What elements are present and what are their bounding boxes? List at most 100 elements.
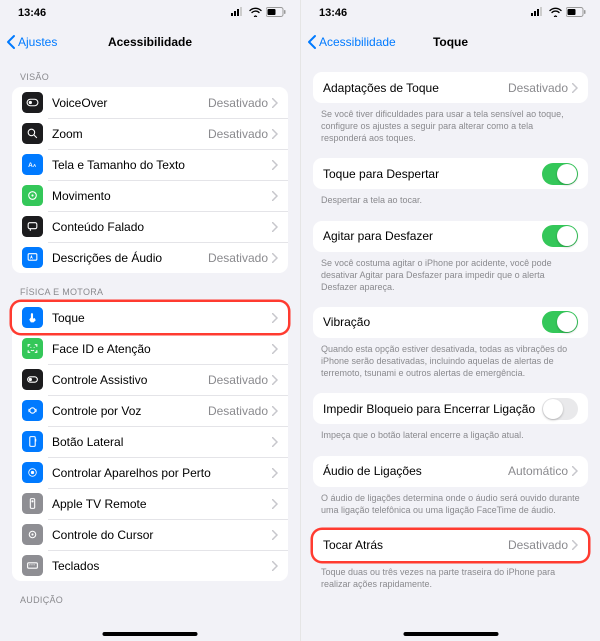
- home-indicator[interactable]: [403, 632, 498, 636]
- row-shake-undo[interactable]: Agitar para Desfazer: [313, 221, 588, 252]
- row-value: Desativado: [508, 538, 568, 552]
- chevron-icon: [572, 466, 578, 476]
- row-nearby[interactable]: Controlar Aparelhos por Perto: [12, 457, 288, 488]
- group-accom: Adaptações de Toque Desativado: [313, 72, 588, 103]
- row-value: Desativado: [208, 251, 268, 265]
- chevron-icon: [272, 468, 278, 478]
- appletv-icon: [22, 493, 43, 514]
- row-label: Controle por Voz: [52, 404, 208, 418]
- content-scroll[interactable]: Adaptações de Toque Desativado Se você t…: [301, 58, 600, 641]
- chevron-icon: [272, 437, 278, 447]
- footer-backtap: Toque duas ou três vezes na parte trasei…: [313, 561, 588, 590]
- footer-vibration: Quando esta opção estiver desativada, to…: [313, 338, 588, 379]
- row-zoom[interactable]: Zoom Desativado: [12, 118, 288, 149]
- battery-icon: [566, 7, 586, 20]
- row-label: Vibração: [323, 315, 542, 329]
- row-voiceover[interactable]: VoiceOver Desativado: [12, 87, 288, 118]
- chevron-icon: [272, 98, 278, 108]
- chevron-icon: [272, 313, 278, 323]
- row-label: Toque: [52, 311, 272, 325]
- nav-header: Ajustes Acessibilidade: [0, 26, 300, 58]
- footer-lockend: Impeça que o botão lateral encerre a lig…: [313, 424, 588, 441]
- row-label: Apple TV Remote: [52, 497, 272, 511]
- toggle-prevent-lock-end[interactable]: [542, 398, 578, 420]
- row-label: Impedir Bloqueio para Encerrar Ligação: [323, 402, 542, 416]
- row-back-tap[interactable]: Tocar Atrás Desativado: [313, 530, 588, 561]
- back-label: Ajustes: [18, 35, 57, 49]
- status-indicators: [231, 7, 286, 20]
- toggle-vibration[interactable]: [542, 311, 578, 333]
- status-indicators: [531, 7, 586, 20]
- chevron-icon: [272, 344, 278, 354]
- chevron-icon: [272, 499, 278, 509]
- row-label: Descrições de Áudio: [52, 251, 208, 265]
- touch-icon: [22, 307, 43, 328]
- svg-text:A: A: [33, 163, 37, 168]
- group-callaudio: Áudio de Ligações Automático: [313, 456, 588, 487]
- group-vision: VoiceOver Desativado Zoom Desativado AA …: [12, 87, 288, 273]
- row-tap-to-wake[interactable]: Toque para Despertar: [313, 158, 588, 189]
- row-voice[interactable]: Controle por Voz Desativado: [12, 395, 288, 426]
- row-touch-accommodations[interactable]: Adaptações de Toque Desativado: [313, 72, 588, 103]
- row-label: Tocar Atrás: [323, 538, 508, 552]
- row-appletv[interactable]: Apple TV Remote: [12, 488, 288, 519]
- row-switch[interactable]: Controle Assistivo Desativado: [12, 364, 288, 395]
- row-label: Controle Assistivo: [52, 373, 208, 387]
- footer-tapwake: Despertar a tela ao tocar.: [313, 189, 588, 206]
- svg-text:A: A: [28, 162, 33, 169]
- wifi-icon: [249, 7, 262, 20]
- row-pointer[interactable]: Controle do Cursor: [12, 519, 288, 550]
- page-title: Toque: [433, 35, 468, 49]
- row-value: Desativado: [208, 373, 268, 387]
- row-motion[interactable]: Movimento: [12, 180, 288, 211]
- chevron-icon: [272, 561, 278, 571]
- row-value: Desativado: [508, 81, 568, 95]
- phone-left: 13:46 Ajustes Acessibilidade VISÃO Voice…: [0, 0, 300, 641]
- chevron-icon: [272, 160, 278, 170]
- row-label: Movimento: [52, 189, 272, 203]
- row-label: Controle do Cursor: [52, 528, 272, 542]
- row-label: Áudio de Ligações: [323, 464, 508, 478]
- row-label: Conteúdo Falado: [52, 220, 272, 234]
- text-size-icon: AA: [22, 154, 43, 175]
- signal-icon: [531, 7, 545, 20]
- side-button-icon: [22, 431, 43, 452]
- page-title: Acessibilidade: [108, 35, 192, 49]
- row-sidebtn[interactable]: Botão Lateral: [12, 426, 288, 457]
- toggle-shake-undo[interactable]: [542, 225, 578, 247]
- chevron-icon: [272, 375, 278, 385]
- toggle-tap-to-wake[interactable]: [542, 163, 578, 185]
- home-indicator[interactable]: [103, 632, 198, 636]
- motion-icon: [22, 185, 43, 206]
- row-audiodesc[interactable]: Descrições de Áudio Desativado: [12, 242, 288, 273]
- row-display[interactable]: AA Tela e Tamanho do Texto: [12, 149, 288, 180]
- zoom-icon: [22, 123, 43, 144]
- row-label: Zoom: [52, 127, 208, 141]
- back-button[interactable]: Ajustes: [6, 34, 57, 50]
- row-label: Face ID e Atenção: [52, 342, 272, 356]
- row-call-audio[interactable]: Áudio de Ligações Automático: [313, 456, 588, 487]
- status-time: 13:46: [18, 7, 46, 19]
- footer-accom: Se você tiver dificuldades para usar a t…: [313, 103, 588, 144]
- signal-icon: [231, 7, 245, 20]
- row-value: Automático: [508, 464, 568, 478]
- row-value: Desativado: [208, 127, 268, 141]
- chevron-icon: [272, 253, 278, 263]
- nearby-icon: [22, 462, 43, 483]
- row-label: Botão Lateral: [52, 435, 272, 449]
- row-spoken[interactable]: Conteúdo Falado: [12, 211, 288, 242]
- status-time: 13:46: [319, 7, 347, 19]
- row-touch-highlight: Toque: [12, 302, 288, 333]
- content-scroll[interactable]: VISÃO VoiceOver Desativado Zoom Desativa…: [0, 58, 300, 641]
- group-lockend: Impedir Bloqueio para Encerrar Ligação: [313, 393, 588, 424]
- nav-header: Acessibilidade Toque: [301, 26, 600, 58]
- row-faceid[interactable]: Face ID e Atenção: [12, 333, 288, 364]
- row-prevent-lock-end[interactable]: Impedir Bloqueio para Encerrar Ligação: [313, 393, 588, 424]
- group-shake: Agitar para Desfazer: [313, 221, 588, 252]
- row-keyboards[interactable]: Teclados: [12, 550, 288, 581]
- pointer-icon: [22, 524, 43, 545]
- row-touch[interactable]: Toque: [12, 302, 288, 333]
- back-button[interactable]: Acessibilidade: [307, 34, 396, 50]
- row-vibration[interactable]: Vibração: [313, 307, 588, 338]
- chevron-icon: [572, 540, 578, 550]
